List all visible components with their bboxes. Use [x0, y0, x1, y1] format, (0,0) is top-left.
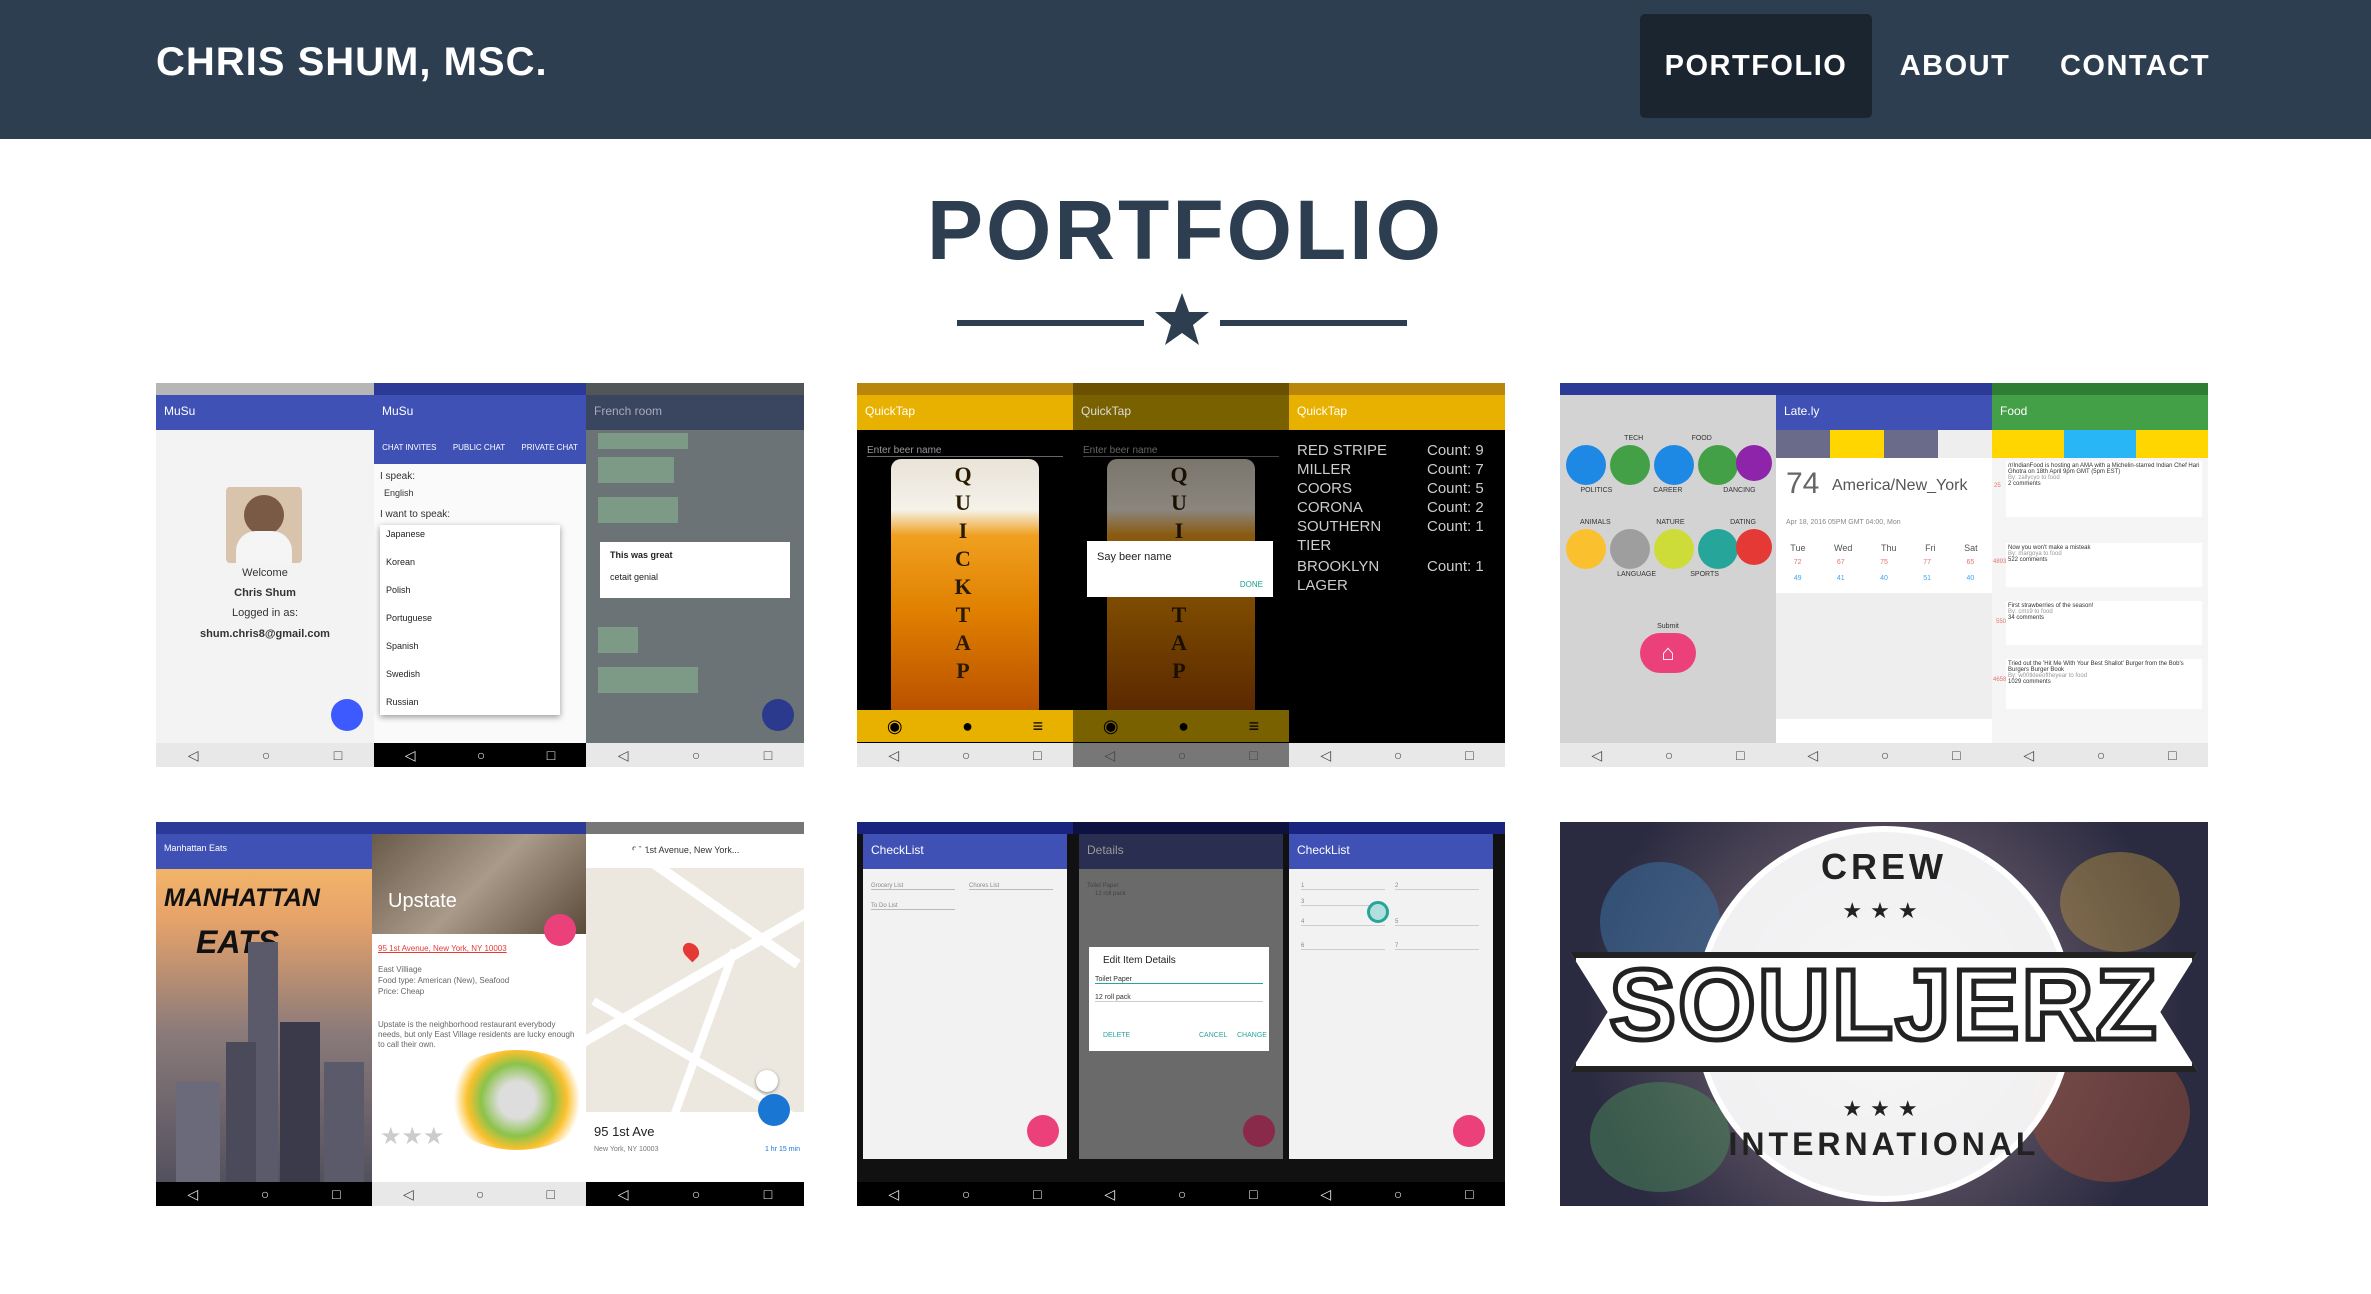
map-search-input: 95 1st Avenue, New York...: [586, 834, 804, 868]
logged-in-label: Logged in as:: [231, 607, 299, 619]
brand-link[interactable]: CHRIS SHUM, MSC.: [156, 40, 548, 85]
add-button: [1453, 1115, 1485, 1147]
camera-icon: ◉: [886, 715, 903, 736]
android-nav-bar: ◁ ○ □: [374, 743, 586, 767]
android-nav-bar: ◁ ○ □: [586, 1182, 804, 1206]
android-nav-bar: ◁ ○ □: [857, 743, 1073, 767]
restaurant-name: Upstate: [388, 890, 457, 912]
divider-line-left: [957, 320, 1144, 326]
android-nav-bar: ◁ ○ □: [857, 1182, 1073, 1206]
divider-line-right: [1220, 320, 1407, 326]
app-title: MuSu: [156, 395, 374, 430]
app-title: QuickTap: [857, 395, 1073, 430]
app-title: MuSu: [374, 395, 586, 430]
change-button: CHANGE: [1237, 1032, 1267, 1039]
nav-link-portfolio[interactable]: PORTFOLIO: [1640, 14, 1872, 118]
speak-label: I speak:: [380, 471, 416, 482]
title-line-1: MANHATTAN: [164, 884, 320, 912]
logo-top-text: CREW: [1821, 846, 1947, 887]
city-name: America/New_York: [1832, 477, 1968, 494]
section-title: PORTFOLIO: [927, 183, 1444, 277]
nav-link-contact[interactable]: CONTACT: [2040, 14, 2230, 118]
beer-name-input: Enter beer name: [867, 445, 1063, 457]
date-text: Apr 18, 2016 05PM GMT 04:00, Mon: [1786, 519, 1901, 526]
portfolio-item-manhattan-eats[interactable]: Manhattan Eats MANHATTAN EATS ◁ ○ □ Upstat…: [156, 822, 804, 1206]
map-pin-icon: [679, 939, 703, 963]
logo-main-text: SOULJERZ: [1607, 947, 2159, 1064]
tab-public-chat: PUBLIC CHAT: [452, 442, 506, 452]
delete-button: DELETE: [1103, 1032, 1131, 1039]
profile-photo: [226, 487, 302, 563]
want-label: I want to speak:: [380, 509, 451, 520]
language-dropdown: Japanese Korean Polish Portuguese Spanis…: [380, 525, 560, 715]
portfolio-item-musu[interactable]: MuSu Welcome Chris Shum Logged in as: sh…: [156, 383, 804, 767]
vertical-title: QUICKTAP: [954, 462, 972, 683]
android-nav-bar: ◁ ○ □: [1289, 1182, 1505, 1206]
dialog: This was great cetait genial: [600, 542, 790, 598]
logo-stars-icon-bottom: ★★★: [1842, 1096, 1926, 1121]
app-title: Late.ly: [1776, 395, 1992, 430]
portfolio-item-souljerz[interactable]: CREW ★★★ SOULJERZ ★★★ INTERNATIONAL: [1560, 822, 2208, 1206]
app-title: Details: [1079, 834, 1283, 869]
portfolio-item-checklist[interactable]: CheckList Grocery List Chores List To Do…: [857, 822, 1505, 1206]
location-icon: [756, 1070, 778, 1092]
logo-bottom-text: INTERNATIONAL: [1728, 1126, 2040, 1162]
navbar: CHRIS SHUM, MSC. PORTFOLIO ABOUT CONTACT: [0, 0, 2371, 139]
logo-stars-icon: ★★★: [1842, 898, 1926, 923]
fab-button: [331, 699, 363, 731]
android-nav-bar: ◁ ○ □: [586, 743, 804, 767]
portfolio-item-quicktap[interactable]: QuickTap Enter beer name QUICKTAP ◉ ● ≡ ◁ ○…: [857, 383, 1505, 767]
app-title: QuickTap: [1289, 395, 1505, 430]
tab-private-chat: PRIVATE CHAT: [521, 442, 578, 452]
list-icon: ≡: [1032, 715, 1044, 736]
android-nav-bar: ◁ ○ □: [1073, 743, 1289, 767]
tab-chat-invites: CHAT INVITES: [382, 442, 437, 452]
beer-count-list: RED STRIPE Count: 9 MILLER Count: 7 COORS C…: [1297, 442, 1484, 594]
home-icon: ⌂: [1640, 633, 1696, 673]
email-text: shum.chris8@gmail.com: [200, 628, 330, 640]
directions-button: [758, 1094, 790, 1126]
touch-indicator: [1367, 901, 1389, 923]
portfolio-item-lately[interactable]: POLITICS CAREER DANCING TECH FOOD ANIMALS NA…: [1560, 383, 2208, 767]
android-nav-bar: ◁ ○ □: [1289, 743, 1505, 767]
android-nav-bar: ◁ ○ □: [156, 1182, 372, 1206]
food-photo: [442, 1050, 586, 1150]
app-title: QuickTap: [1073, 395, 1289, 430]
android-nav-bar: ◁ ○ □: [1073, 1182, 1289, 1206]
user-name: Chris Shum: [234, 587, 296, 599]
android-nav-bar: ◁ ○ □: [1776, 743, 1992, 767]
mic-icon: ●: [962, 715, 974, 736]
star-icon: [1155, 293, 1209, 345]
edit-item-dialog: Edit Item Details Toilet Paper 12 roll p…: [1089, 947, 1269, 1051]
android-nav-bar: ◁ ○ □: [1560, 743, 1776, 767]
cancel-button: CANCEL: [1199, 1032, 1228, 1039]
favorite-button: [544, 914, 576, 946]
android-nav-bar: ◁ ○ □: [156, 743, 374, 767]
add-button: [1027, 1115, 1059, 1147]
description: Upstate is the neighborhood restaurant e…: [378, 1020, 575, 1049]
speak-value: English: [384, 488, 414, 498]
room-title: French room: [586, 395, 804, 430]
app-title: CheckList: [1289, 834, 1493, 869]
android-nav-bar: ◁ ○ □: [372, 1182, 586, 1206]
temperature: 74: [1786, 467, 1820, 500]
app-title: Manhattan Eats: [156, 834, 372, 869]
address-link: 95 1st Avenue, New York, NY 10003: [378, 944, 507, 953]
app-title: Food: [1992, 395, 2208, 430]
nav-link-about[interactable]: ABOUT: [1880, 14, 2030, 118]
welcome-text: Welcome: [242, 567, 288, 579]
voice-dialog: Say beer name DONE: [1087, 541, 1273, 597]
submit-label: Submit: [1657, 623, 1679, 630]
app-title: CheckList: [863, 834, 1067, 869]
rating-stars-icon: ★★★: [380, 1123, 445, 1150]
android-nav-bar: ◁ ○ □: [1992, 743, 2208, 767]
